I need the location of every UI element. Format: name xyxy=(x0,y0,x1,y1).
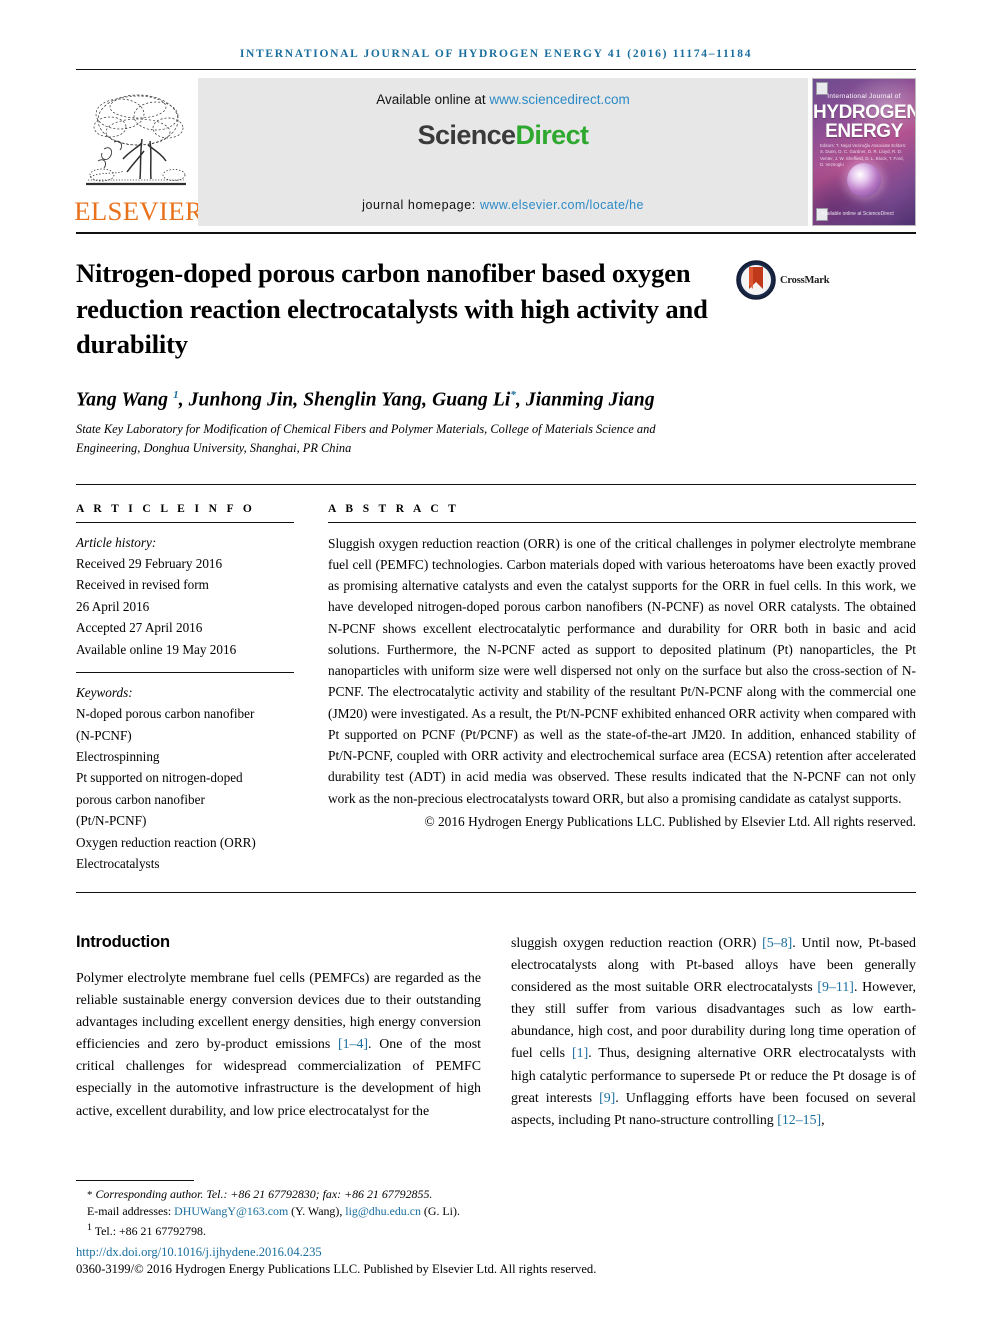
journal-homepage-line: journal homepage: www.elsevier.com/locat… xyxy=(362,198,644,212)
keyword-item: Electrocatalysts xyxy=(76,855,160,871)
masthead-divider xyxy=(76,232,916,234)
cover-footer-text: Available online at ScienceDirect xyxy=(821,210,894,217)
keywords-label: Keywords: xyxy=(76,684,133,700)
keyword-item: Oxygen reduction reaction (ORR) xyxy=(76,834,256,850)
cover-title-energy: ENERGY xyxy=(825,121,903,142)
running-head: INTERNATIONAL JOURNAL OF HYDROGEN ENERGY… xyxy=(239,48,753,60)
intro-paragraph-left: Polymer electrolyte membrane fuel cells … xyxy=(76,971,482,1119)
abstract-text: Sluggish oxygen reduction reaction (ORR)… xyxy=(328,535,916,806)
keywords-block: Keywords: N-doped porous carbon nanofibe… xyxy=(76,673,294,874)
paper-page: INTERNATIONAL JOURNAL OF HYDROGEN ENERGY… xyxy=(0,0,992,1323)
body-column-right: sluggish oxygen reduction reaction (ORR)… xyxy=(511,933,916,1131)
section-title-introduction: Introduction xyxy=(76,933,170,952)
keyword-item: Electrospinning xyxy=(76,749,160,765)
history-item: Received 29 February 2016 xyxy=(76,556,223,572)
elsevier-tree-icon xyxy=(86,94,186,186)
keyword-item: Pt supported on nitrogen-doped xyxy=(76,770,243,786)
article-info-column: A R T I C L E I N F O Article history: R… xyxy=(76,503,294,875)
cover-title-hydrogen: HYDROGEN xyxy=(813,102,916,123)
article-history-label: Article history: xyxy=(76,534,157,550)
crossmark-badge[interactable]: CrossMark xyxy=(736,256,844,300)
article-info-heading: A R T I C L E I N F O xyxy=(76,502,256,515)
crossmark-label: CrossMark xyxy=(780,274,830,286)
footnote-rule xyxy=(76,1179,194,1181)
keyword-item: N-doped porous carbon nanofiber xyxy=(76,706,255,722)
footnotes: * Corresponding author. Tel.: +86 21 677… xyxy=(76,1179,597,1277)
abstract-divider-bottom xyxy=(76,892,916,894)
abstract-heading: A B S T R A C T xyxy=(328,502,460,515)
corresponding-author-note: * Corresponding author. Tel.: +86 21 677… xyxy=(87,1186,433,1201)
header-divider xyxy=(76,69,916,70)
author-list: Yang Wang 1, Junhong Jin, Shenglin Yang,… xyxy=(76,388,655,411)
keyword-item: (N-PCNF) xyxy=(76,727,132,743)
intro-paragraph-right: sluggish oxygen reduction reaction (ORR)… xyxy=(511,936,917,1128)
cover-journal-prefix: International Journal of xyxy=(827,93,901,100)
sciencedirect-logo[interactable]: ScienceDirect xyxy=(418,120,589,151)
elsevier-logo: ELSEVIER xyxy=(74,78,204,226)
keyword-item: porous carbon nanofiber xyxy=(76,791,205,807)
page-title: Nitrogen-doped porous carbon nanofiber b… xyxy=(76,258,708,359)
title-row: Nitrogen-doped porous carbon nanofiber b… xyxy=(76,256,916,363)
history-item: 26 April 2016 xyxy=(76,598,150,614)
sciencedirect-url-link[interactable]: www.sciencedirect.com xyxy=(489,92,629,107)
crossmark-icon xyxy=(736,260,776,300)
doi-link[interactable]: http://dx.doi.org/10.1016/j.ijhydene.201… xyxy=(76,1240,496,1260)
body-columns: Introduction Polymer electrolyte membran… xyxy=(76,933,916,1131)
sciencedirect-banner: Available online at www.sciencedirect.co… xyxy=(198,78,808,226)
article-history-block: Article history: Received 29 February 20… xyxy=(76,523,294,660)
keyword-item: (Pt/N-PCNF) xyxy=(76,813,147,829)
abstract-copyright: © 2016 Hydrogen Energy Publications LLC.… xyxy=(424,813,916,829)
cover-orb-graphic xyxy=(847,163,881,197)
available-online-label: Available online at xyxy=(376,92,486,107)
body-column-left: Introduction Polymer electrolyte membran… xyxy=(76,933,481,1131)
email-addresses-note[interactable]: E-mail addresses: DHUWangY@163.com (Y. W… xyxy=(76,1203,496,1220)
info-abstract-region: A R T I C L E I N F O Article history: R… xyxy=(76,485,916,875)
history-item: Available online 19 May 2016 xyxy=(76,641,237,657)
journal-homepage-label: journal homepage: xyxy=(362,198,476,212)
sciencedirect-logo-science: Science xyxy=(417,120,516,150)
sciencedirect-logo-direct: Direct xyxy=(515,120,589,150)
issn-copyright-line: 0360-3199/© 2016 Hydrogen Energy Publica… xyxy=(76,1262,597,1276)
author-tel-note: 1 Tel.: +86 21 67792798. xyxy=(87,1221,206,1238)
abstract-column: A B S T R A C T Sluggish oxygen reductio… xyxy=(328,503,916,875)
elsevier-wordmark: ELSEVIER xyxy=(74,197,204,226)
history-item: Received in revised form xyxy=(76,577,209,593)
journal-cover-thumbnail[interactable]: International Journal of HYDROGEN ENERGY… xyxy=(812,78,916,226)
masthead: ELSEVIER Available online at www.science… xyxy=(74,78,916,226)
affiliation: State Key Laboratory for Modification of… xyxy=(76,422,656,455)
journal-homepage-link[interactable]: www.elsevier.com/locate/he xyxy=(480,198,644,212)
available-online-line: Available online at www.sciencedirect.co… xyxy=(376,92,629,107)
history-item: Accepted 27 April 2016 xyxy=(76,620,203,636)
